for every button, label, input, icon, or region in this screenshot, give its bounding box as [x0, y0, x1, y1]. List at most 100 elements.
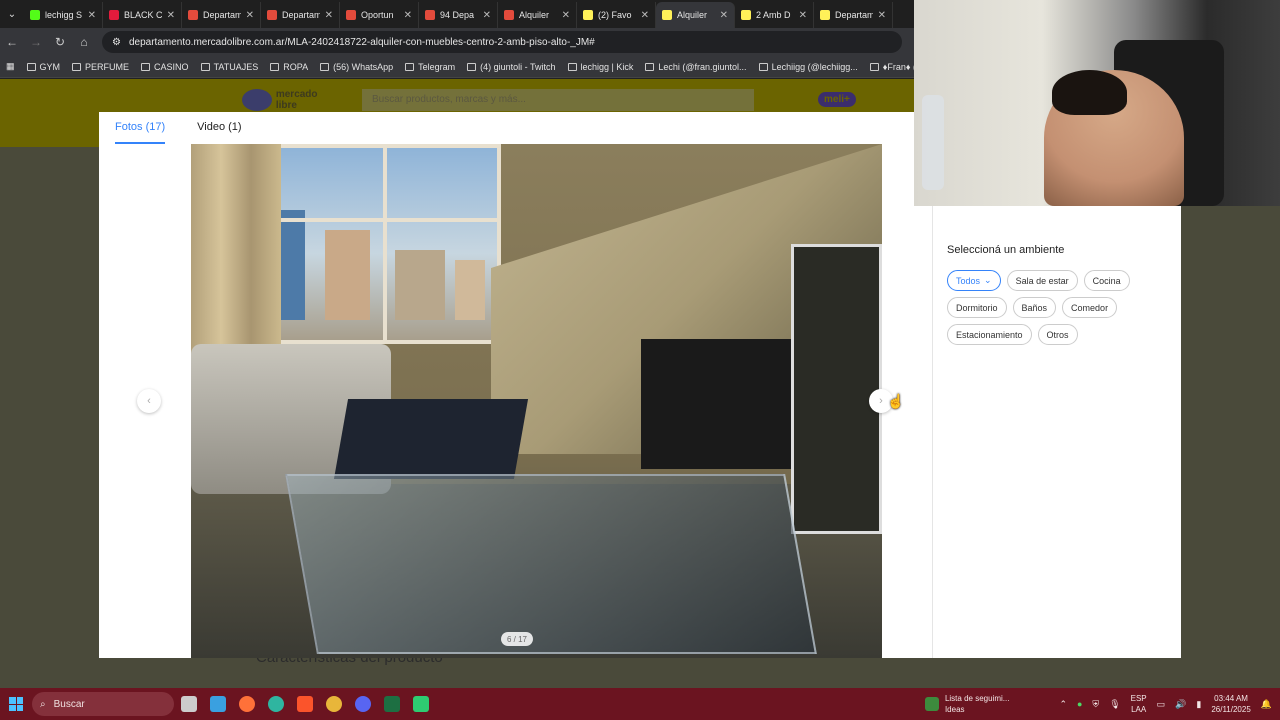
app-green-icon[interactable] — [406, 688, 435, 720]
language-indicator[interactable]: ESP LAA — [1131, 693, 1147, 715]
room-chip[interactable]: Todos ⌄ — [947, 270, 1001, 291]
bookmark-item[interactable]: TATUAJES — [200, 62, 258, 72]
url-field[interactable]: ⚙ departamento.mercadolibre.com.ar/MLA-2… — [102, 31, 902, 53]
bookmark-label: CASINO — [154, 61, 189, 72]
chart-icon — [924, 697, 939, 711]
apps-icon[interactable]: ▦ — [6, 61, 15, 72]
room-chip[interactable]: Baños — [1012, 297, 1057, 318]
bookmark-item[interactable]: Telegram — [405, 62, 455, 72]
room-chip-label: Cocina — [1092, 275, 1121, 286]
site-logo[interactable]: mercado libre — [242, 87, 337, 113]
firefox-icon[interactable] — [232, 688, 261, 720]
tab-title: Departam — [282, 10, 320, 20]
browser-tab[interactable]: 2 Amb D ✕ — [735, 2, 814, 28]
browser-tab[interactable]: Departam ✕ — [261, 2, 340, 28]
close-icon[interactable]: ✕ — [246, 10, 254, 21]
forward-icon[interactable]: → — [24, 35, 48, 49]
folder-icon — [645, 62, 655, 71]
url-text: departamento.mercadolibre.com.ar/MLA-240… — [128, 36, 595, 48]
chevron-down-icon: ⌄ — [984, 275, 992, 285]
clock[interactable]: 03:44 AM 26/11/2025 — [1211, 693, 1250, 715]
bookmark-item[interactable]: (56) WhatsApp — [320, 62, 393, 72]
tab-title: lechigg S — [45, 10, 83, 20]
browser-tab[interactable]: (2) Favo ✕ — [577, 2, 656, 28]
meli-plus-badge[interactable]: meli+ — [818, 92, 856, 107]
tab-favicon-icon — [188, 10, 198, 20]
start-button[interactable] — [0, 688, 32, 720]
home-icon[interactable]: ⌂ — [72, 35, 96, 49]
bookmark-item[interactable]: PERFUME — [72, 62, 129, 72]
tab-favicon-icon — [820, 10, 830, 20]
close-icon[interactable]: ✕ — [878, 10, 886, 21]
tab-photos[interactable]: Fotos (17) — [115, 112, 166, 144]
folder-icon — [869, 62, 879, 71]
excel-icon[interactable] — [377, 688, 406, 720]
tab-search-icon[interactable]: ⌄ — [0, 0, 24, 28]
room-chip[interactable]: Comedor — [1062, 297, 1118, 318]
tab-favicon-icon — [30, 10, 40, 20]
reload-icon[interactable]: ↻ — [48, 35, 72, 49]
task-view-icon[interactable] — [174, 688, 203, 720]
tab-favicon-icon — [583, 10, 593, 20]
taskbar-search[interactable]: ⌕ Buscar — [32, 692, 174, 716]
tab-video[interactable]: Video (1) — [197, 112, 241, 144]
site-search-input[interactable]: Buscar productos, marcas y más... — [362, 89, 754, 111]
browser-tab[interactable]: Oportun ✕ — [340, 2, 419, 28]
browser-tab[interactable]: lechigg S ✕ — [24, 2, 103, 28]
microphone-icon[interactable]: 🎙 — [1109, 699, 1120, 710]
bookmark-item[interactable]: CASINO — [141, 62, 189, 72]
bookmark-label: ROPA — [283, 61, 309, 72]
shield-icon[interactable]: ⛨ — [1092, 699, 1099, 710]
close-icon[interactable]: ✕ — [167, 10, 175, 21]
chevron-up-icon[interactable]: ⌃ — [1059, 699, 1067, 710]
browser-tab[interactable]: Alquiler ✕ — [498, 2, 577, 28]
stock-widget[interactable]: Lista de seguimi... Ideas — [924, 693, 1009, 715]
browser-tab[interactable]: Departam ✕ — [814, 2, 893, 28]
windows-logo-icon — [9, 697, 23, 711]
bookmark-list: GYM PERFUME CASINO TATUAJES ROPA (56) WhatsAp… — [26, 61, 968, 72]
room-chip[interactable]: Estacionamiento — [947, 324, 1032, 345]
bookmark-item[interactable]: (4) giuntoli - Twitch — [467, 62, 556, 72]
bookmark-item[interactable]: Lechi (@fran.giuntol... — [645, 61, 747, 72]
room-chip-label: Comedor — [1071, 302, 1109, 313]
browser-tab[interactable]: Departam ✕ — [182, 2, 261, 28]
gallery-photo[interactable]: 6 / 17 — [191, 144, 882, 658]
folder-icon — [270, 62, 280, 71]
close-icon[interactable]: ✕ — [641, 10, 649, 21]
bookmark-item[interactable]: ROPA — [270, 62, 308, 72]
close-icon[interactable]: ✕ — [88, 10, 96, 21]
close-icon[interactable]: ✕ — [562, 10, 570, 21]
chrome-icon[interactable] — [319, 688, 348, 720]
chevron-right-icon: › — [879, 395, 883, 407]
bookmark-item[interactable]: GYM — [26, 62, 60, 72]
close-icon[interactable]: ✕ — [404, 10, 412, 21]
discord-icon[interactable] — [348, 688, 377, 720]
browser-tab[interactable]: 94 Depa ✕ — [419, 2, 498, 28]
speaker-icon[interactable]: 🔊 — [1175, 699, 1186, 710]
browser-tab[interactable]: BLACK C ✕ — [103, 2, 182, 28]
back-icon[interactable]: ← — [0, 35, 24, 49]
bookmark-label: Lechi (@fran.giuntol... — [658, 61, 747, 72]
brave-icon[interactable] — [290, 688, 319, 720]
browser-tab[interactable]: Alquiler ✕ — [656, 2, 735, 28]
site-info-icon[interactable]: ⚙ — [112, 37, 121, 48]
room-chip[interactable]: Dormitorio — [947, 297, 1007, 318]
bookmark-item[interactable]: lechigg | Kick — [567, 62, 633, 72]
close-icon[interactable]: ✕ — [325, 10, 333, 21]
room-chip-list: Todos ⌄ Sala de estar Cocina Dormitorio Baños… — [947, 270, 1172, 345]
green-dot-icon[interactable]: ● — [1077, 699, 1082, 709]
room-chip[interactable]: Sala de estar — [1006, 270, 1078, 291]
room-chip[interactable]: Otros — [1037, 324, 1078, 345]
file-explorer-icon[interactable] — [203, 688, 232, 720]
edge-icon[interactable] — [261, 688, 290, 720]
room-chip[interactable]: Cocina — [1083, 270, 1130, 291]
close-icon[interactable]: ✕ — [483, 10, 491, 21]
close-icon[interactable]: ✕ — [720, 10, 728, 21]
tab-favicon-icon — [741, 10, 751, 20]
previous-photo-button[interactable]: ‹ — [137, 389, 161, 413]
battery-icon[interactable]: ▮ — [1196, 699, 1201, 710]
close-icon[interactable]: ✕ — [799, 10, 807, 21]
notification-bell-icon[interactable]: 🔔 — [1261, 699, 1272, 710]
monitor-icon[interactable]: ▭ — [1157, 699, 1166, 710]
bookmark-item[interactable]: Lechiigg (@lechiigg... — [758, 62, 858, 72]
